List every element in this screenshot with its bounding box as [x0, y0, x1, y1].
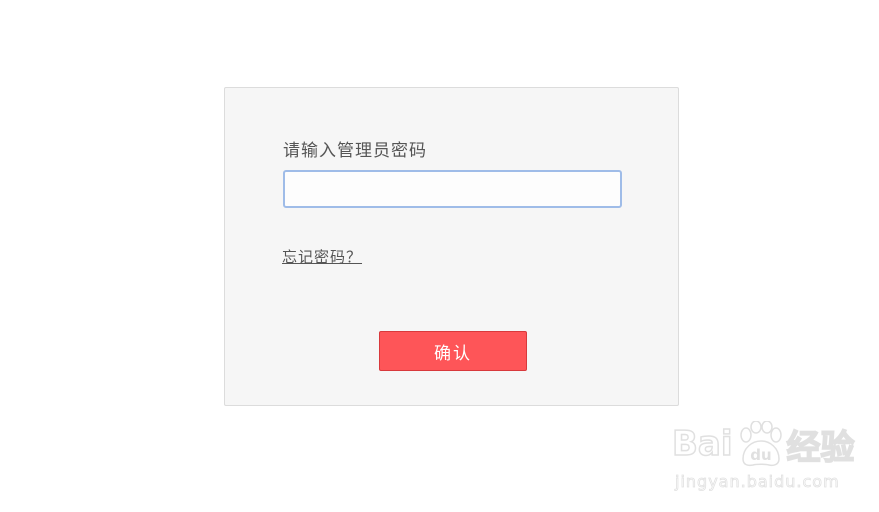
paw-icon: du — [735, 420, 785, 467]
watermark-logo-text-right: 经验 — [786, 427, 856, 469]
baidu-jingyan-watermark: Bai du 经验 jingyan.baidu.com — [671, 416, 855, 496]
password-input[interactable] — [283, 170, 622, 208]
watermark-paw-text: du — [750, 446, 771, 464]
watermark-logo-text-left: Bai — [671, 423, 733, 465]
watermark-logo: Bai du 经验 — [671, 416, 856, 472]
forgot-password-link[interactable]: 忘记密码？ — [282, 246, 362, 267]
watermark-url: jingyan.baidu.com — [675, 472, 840, 492]
confirm-button[interactable]: 确认 — [379, 331, 527, 371]
password-prompt-label: 请输入管理员密码 — [283, 141, 427, 161]
login-panel: 请输入管理员密码 忘记密码？ 确认 — [224, 87, 679, 406]
